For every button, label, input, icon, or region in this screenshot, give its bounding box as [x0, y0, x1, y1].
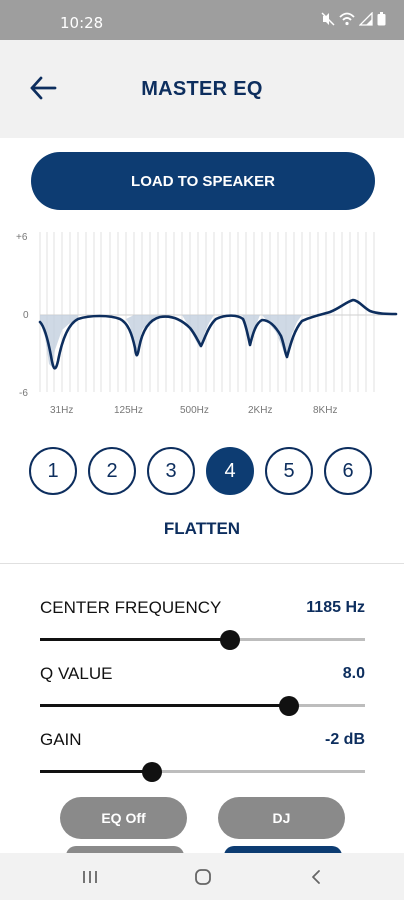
eq-curve-line — [38, 298, 398, 370]
center-frequency-slider[interactable] — [40, 629, 365, 650]
system-nav-bar — [0, 853, 404, 900]
recent-apps-button[interactable] — [70, 863, 110, 891]
y-label-mid: 0 — [23, 310, 29, 321]
q-value-value: 8.0 — [342, 665, 365, 682]
gain-label: GAIN — [40, 730, 82, 749]
home-icon — [195, 869, 211, 885]
q-value-slider[interactable] — [40, 695, 365, 716]
band-button-4[interactable]: 4 — [206, 447, 254, 495]
y-label-bottom: -6 — [19, 388, 28, 399]
dj-button[interactable]: DJ — [218, 797, 345, 839]
slider-thumb[interactable] — [142, 762, 163, 782]
band-button-6[interactable]: 6 — [324, 447, 372, 495]
x-label-2khz: 2KHz — [248, 405, 272, 416]
graph-grid — [39, 232, 396, 392]
center-frequency-value: 1185 Hz — [306, 599, 365, 616]
x-label-125hz: 125Hz — [114, 405, 143, 416]
slider-fill — [40, 638, 231, 641]
band-button-5[interactable]: 5 — [265, 447, 313, 495]
back-nav-button[interactable] — [296, 863, 336, 891]
flatten-button[interactable]: FLATTEN — [0, 519, 404, 539]
x-label-31hz: 31Hz — [50, 405, 73, 416]
eq-band-fill — [40, 315, 302, 367]
mute-icon — [321, 12, 335, 26]
home-button[interactable] — [183, 863, 223, 891]
slider-fill — [40, 704, 289, 707]
x-label-500hz: 500Hz — [180, 405, 209, 416]
status-time: 10:28 — [60, 14, 104, 32]
slider-thumb[interactable] — [220, 630, 241, 650]
band-button-3[interactable]: 3 — [147, 447, 195, 495]
wifi-icon — [339, 12, 355, 26]
x-label-8khz: 8KHz — [313, 405, 337, 416]
gain-value: -2 dB — [325, 731, 365, 748]
eq-off-button[interactable]: EQ Off — [60, 797, 187, 839]
slider-fill — [40, 770, 153, 773]
eq-curve-graph: +6 0 -6 31Hz 125Hz 500Hz 2KHz 8KHz — [16, 232, 398, 416]
band-button-2[interactable]: 2 — [88, 447, 136, 495]
load-to-speaker-button[interactable]: LOAD TO SPEAKER — [31, 152, 375, 210]
y-label-top: +6 — [16, 232, 28, 243]
chevron-left-icon — [312, 870, 320, 884]
signal-icon — [359, 12, 373, 26]
q-value-label: Q VALUE — [40, 664, 113, 683]
battery-icon — [377, 12, 386, 26]
page-title: MASTER EQ — [141, 78, 263, 100]
band-button-1[interactable]: 1 — [29, 447, 77, 495]
center-frequency-label: CENTER FREQUENCY — [40, 598, 222, 617]
section-divider — [0, 563, 404, 564]
gain-slider[interactable] — [40, 761, 365, 782]
band-selector: 1 2 3 4 5 6 — [29, 447, 372, 495]
status-icons — [321, 12, 386, 26]
recent-apps-icon — [83, 871, 97, 883]
slider-thumb[interactable] — [278, 696, 299, 716]
status-bar: 10:28 — [0, 0, 404, 40]
app-header: MASTER EQ — [0, 40, 404, 138]
